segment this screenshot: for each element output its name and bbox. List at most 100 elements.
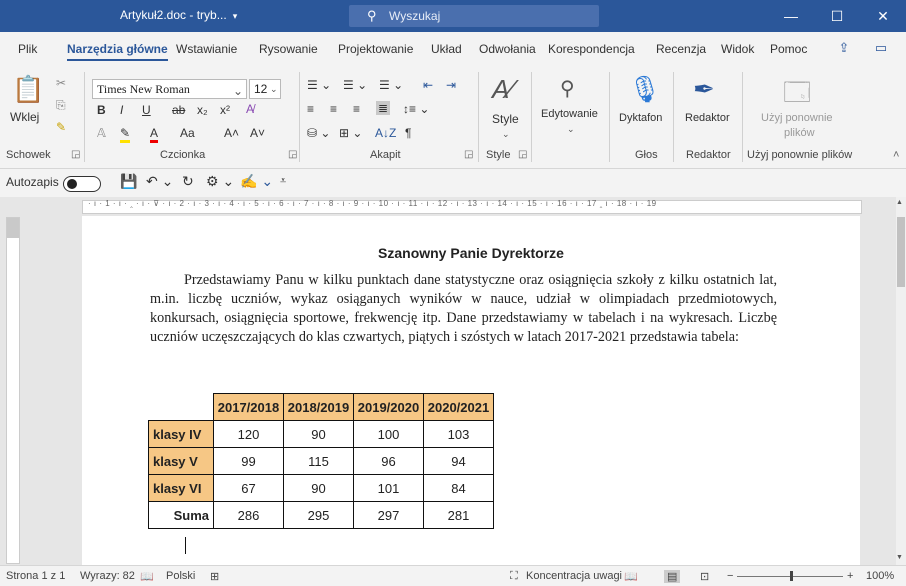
borders-icon[interactable]: ⊞ ⌄: [339, 126, 362, 140]
text-effects-icon[interactable]: 𝔸: [97, 126, 106, 140]
grow-font-button[interactable]: A˄: [224, 126, 239, 140]
web-layout-icon[interactable]: ⊡: [700, 570, 709, 583]
table-cell[interactable]: 96: [353, 447, 424, 475]
superscript-button[interactable]: x²: [220, 103, 230, 117]
restore-button[interactable]: ☐: [814, 0, 860, 32]
multilevel-list-icon[interactable]: ☰ ⌄: [379, 78, 403, 92]
document-title[interactable]: Artykuł2.doc - tryb... ▾: [120, 8, 237, 22]
tab-uklad[interactable]: Układ: [431, 42, 462, 56]
comments-icon[interactable]: ▭: [870, 40, 892, 58]
bold-button[interactable]: B: [97, 103, 106, 117]
copy-icon[interactable]: ⎘: [56, 98, 66, 113]
paste-icon[interactable]: 📋: [12, 74, 44, 105]
scroll-up-icon[interactable]: ▲: [896, 199, 903, 206]
strikethrough-button[interactable]: ab: [172, 103, 185, 117]
focus-icon[interactable]: ⛶: [510, 570, 518, 583]
zoom-in-button[interactable]: +: [847, 570, 853, 582]
dictate-button[interactable]: Dyktafon: [619, 112, 662, 124]
print-layout-icon[interactable]: ▤: [664, 570, 681, 583]
vertical-scrollbar[interactable]: ▲ ▼: [896, 197, 906, 565]
table-header-cell[interactable]: 2017/2018: [213, 393, 284, 421]
tab-odwolania[interactable]: Odwołania: [479, 42, 536, 56]
tab-pomoc[interactable]: Pomoc: [770, 42, 807, 56]
students-table[interactable]: 2017/2018 2018/2019 2019/2020 2020/2021 …: [148, 393, 494, 529]
title-dropdown-icon[interactable]: ▾: [233, 11, 238, 21]
magnifier-icon[interactable]: ⚲: [560, 76, 575, 101]
line-spacing-icon[interactable]: ↕≡ ⌄: [403, 102, 429, 116]
table-row-label[interactable]: Suma: [148, 501, 214, 529]
zoom-slider-knob[interactable]: [790, 571, 793, 581]
undo-icon[interactable]: ↶ ⌄: [146, 173, 173, 190]
paste-button[interactable]: Wklej: [10, 110, 39, 124]
highlight-icon[interactable]: ✎: [120, 126, 131, 143]
justify-icon[interactable]: ≣: [376, 101, 391, 115]
editing-button[interactable]: Edytowanie: [541, 108, 598, 120]
customize-toolbar-icon[interactable]: ⩡: [280, 175, 286, 188]
clear-formatting-icon[interactable]: A̸: [246, 102, 254, 116]
tab-narzedzia-glowne[interactable]: Narzędzia główne: [67, 42, 168, 61]
font-name-select[interactable]: Times New Roman ⌄: [92, 79, 247, 99]
focus-mode-button[interactable]: Koncentracja uwagi: [526, 570, 622, 582]
table-cell[interactable]: 295: [283, 501, 354, 529]
tab-plik[interactable]: Plik: [18, 42, 37, 56]
increase-indent-icon[interactable]: ⇥: [446, 78, 456, 92]
table-header-cell[interactable]: 2019/2020: [353, 393, 424, 421]
format-painter-icon[interactable]: ✎: [56, 120, 66, 134]
vertical-ruler[interactable]: [6, 217, 20, 564]
styles-button[interactable]: Style: [492, 112, 519, 126]
table-header-cell[interactable]: 2020/2021: [423, 393, 494, 421]
autosave-toggle[interactable]: [63, 176, 101, 192]
underline-button[interactable]: U: [142, 103, 151, 117]
editor-button[interactable]: Redaktor: [685, 112, 730, 124]
close-button[interactable]: ✕: [860, 0, 906, 32]
clipboard-launcher-icon[interactable]: ◲: [71, 149, 80, 160]
align-right-icon[interactable]: ≡: [353, 102, 360, 116]
table-cell[interactable]: 84: [423, 474, 494, 502]
search-box[interactable]: ⚲ Wyszukaj: [349, 5, 599, 27]
zoom-out-button[interactable]: −: [727, 570, 733, 582]
table-cell[interactable]: 286: [213, 501, 284, 529]
reuse-files-button-line1[interactable]: Użyj ponownie: [761, 112, 833, 124]
document-page[interactable]: Szanowny Panie Dyrektorze Przedstawiamy …: [82, 216, 860, 565]
subscript-button[interactable]: x₂: [197, 103, 208, 117]
language-status[interactable]: Polski: [166, 570, 195, 582]
align-left-icon[interactable]: ≡: [307, 102, 314, 116]
styles-icon[interactable]: A⁄: [492, 74, 514, 105]
tab-projektowanie[interactable]: Projektowanie: [338, 42, 413, 56]
table-header-cell[interactable]: 2018/2019: [283, 393, 354, 421]
shrink-font-button[interactable]: A˅: [250, 126, 265, 140]
italic-button[interactable]: I: [120, 103, 123, 117]
numbering-icon[interactable]: ☰ ⌄: [343, 78, 367, 92]
draw-icon[interactable]: ✍ ⌄: [240, 173, 273, 190]
table-cell[interactable]: 115: [283, 447, 354, 475]
table-cell[interactable]: 101: [353, 474, 424, 502]
collapse-ribbon-icon[interactable]: ˄: [893, 149, 899, 161]
paragraph-launcher-icon[interactable]: ◲: [464, 149, 473, 160]
font-color-icon[interactable]: A: [150, 126, 159, 143]
microphone-icon[interactable]: 🎙: [628, 74, 661, 105]
table-cell[interactable]: 90: [283, 474, 354, 502]
table-cell[interactable]: 94: [423, 447, 494, 475]
table-row-label[interactable]: klasy IV: [148, 420, 214, 448]
tab-korespondencja[interactable]: Korespondencja: [548, 42, 635, 56]
font-launcher-icon[interactable]: ◲: [288, 149, 297, 160]
zoom-level[interactable]: 100%: [866, 570, 894, 582]
shading-icon[interactable]: ⛁ ⌄: [307, 126, 330, 140]
table-cell[interactable]: 120: [213, 420, 284, 448]
change-case-button[interactable]: Aa: [180, 126, 195, 140]
reuse-files-button-line2[interactable]: plików: [784, 127, 815, 139]
table-row-label[interactable]: klasy V: [148, 447, 214, 475]
bullets-icon[interactable]: ☰ ⌄: [307, 78, 331, 92]
table-cell[interactable]: 99: [213, 447, 284, 475]
horizontal-ruler[interactable]: · ı · 1 · ı · ‸ · ı · ⊽ · ı · 2 · ı · 3 …: [0, 197, 906, 215]
scroll-down-icon[interactable]: ▼: [896, 554, 903, 561]
chevron-down-icon[interactable]: ⌄: [502, 129, 510, 140]
align-center-icon[interactable]: ≡: [330, 102, 337, 116]
table-cell[interactable]: 90: [283, 420, 354, 448]
table-cell[interactable]: 297: [353, 501, 424, 529]
show-marks-button[interactable]: ¶: [405, 126, 411, 140]
tab-recenzja[interactable]: Recenzja: [656, 42, 706, 56]
editor-pen-icon[interactable]: ✒: [693, 74, 715, 105]
accessibility-icon[interactable]: ⊞: [210, 570, 219, 583]
chevron-down-icon[interactable]: ⌄: [567, 124, 575, 135]
